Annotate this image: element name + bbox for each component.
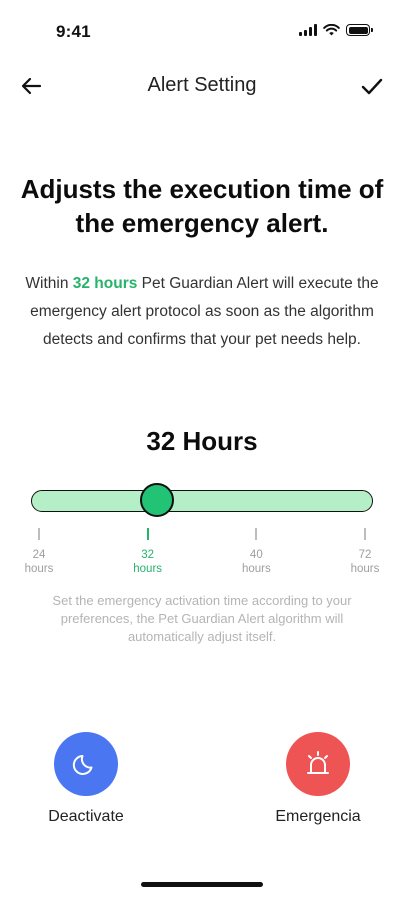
deactivate-action: Deactivate — [26, 732, 146, 826]
emergency-label: Emergencia — [275, 808, 361, 825]
tick-value: 40 — [249, 549, 263, 561]
tick-value: 32 — [141, 549, 155, 561]
headline: Adjusts the execution time of the emerge… — [20, 174, 384, 238]
status-icons — [299, 24, 373, 36]
tick-unit: hours — [241, 563, 271, 575]
description-highlight: 32 hours — [72, 275, 138, 292]
emergency-button[interactable] — [286, 732, 350, 796]
moon-icon — [72, 755, 93, 775]
siren-icon — [307, 751, 329, 774]
slider-tick[interactable]: 40 hours — [226, 528, 286, 576]
wifi-icon — [323, 24, 340, 36]
slider-tick[interactable]: 32 hours — [118, 528, 178, 576]
deactivate-label: Deactivate — [48, 808, 124, 825]
tick-mark — [364, 528, 366, 540]
slider-tick[interactable]: 72 hours — [335, 528, 395, 576]
cellular-signal-icon — [299, 24, 317, 36]
home-indicator — [141, 882, 263, 887]
emergency-action: Emergencia — [258, 732, 378, 826]
selected-hours-label: 32 Hours — [146, 426, 258, 456]
description: Within 32 hours Pet Guardian Alert will … — [24, 270, 380, 354]
status-bar: 9:41 — [0, 0, 404, 60]
tick-mark — [146, 528, 149, 540]
tick-unit: hours — [24, 563, 54, 575]
page-title: Alert Setting — [147, 74, 257, 96]
description-before: Within — [25, 275, 73, 292]
deactivate-button[interactable] — [54, 732, 118, 796]
tick-unit: hours — [133, 563, 163, 575]
tick-unit: hours — [350, 563, 380, 575]
battery-icon — [346, 24, 373, 36]
tick-value: 72 — [358, 549, 372, 561]
time-slider-thumb[interactable] — [139, 483, 174, 517]
tick-value: 24 — [32, 549, 46, 561]
time-slider-track[interactable] — [31, 490, 373, 512]
status-time: 9:41 — [56, 22, 91, 41]
check-icon[interactable] — [358, 72, 386, 100]
tick-mark — [255, 528, 258, 540]
helper-text: Set the emergency activation time accord… — [52, 593, 352, 644]
slider-tick[interactable]: 24 hours — [9, 528, 69, 576]
tick-mark — [38, 528, 40, 540]
top-nav: Alert Setting — [0, 66, 404, 106]
slider-ticks: 24 hours 32 hours 40 hours 72 hours — [0, 528, 404, 588]
